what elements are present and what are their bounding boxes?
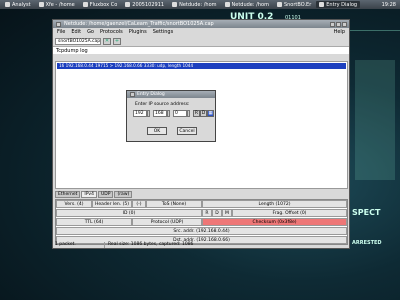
ipv4-fields: Vers. (4) Header len. (5) (-) ToS (None)…	[55, 199, 348, 245]
tab-ethernet[interactable]: Ethernet	[55, 191, 81, 198]
taskbar-item-snort[interactable]: SnortBO.Er	[274, 1, 314, 8]
menu-file[interactable]: File	[57, 29, 65, 35]
netdude-icon	[172, 2, 178, 7]
window-menu-icon[interactable]	[56, 21, 61, 27]
field-flag-r[interactable]: R	[202, 209, 212, 217]
field-header-length[interactable]: Header len. (5)	[92, 200, 132, 208]
field-frag-offset[interactable]: Frag. Offset (0)	[232, 209, 347, 217]
cancel-button[interactable]: Cancel	[177, 127, 197, 135]
field-row: TTL (64) Protocol (UDP) Checksum (0x3f8e…	[56, 218, 347, 227]
maximize-icon[interactable]	[336, 21, 341, 27]
wallpaper-spect-text: SPECT	[352, 208, 381, 217]
toolbar: snortBO1025A.cap ✕ +	[53, 36, 349, 46]
taskbar-item-label: Fluxbox Co	[89, 1, 118, 8]
taskbar-item-label: Netdude: /hom	[179, 1, 217, 8]
ip-octet-3[interactable]: 0	[173, 110, 187, 117]
menu-edit[interactable]: Edit	[71, 29, 81, 35]
menu-go[interactable]: Go	[87, 29, 94, 35]
menubar: File Edit Go Protocols Plugins Settings …	[53, 28, 349, 36]
minimize-icon[interactable]	[330, 21, 335, 27]
packet-row-selected[interactable]: 16 192.168.0.44 19715 > 192.168.0.66 333…	[57, 63, 346, 69]
taskbar-item-label: SnortBO.Er	[283, 1, 312, 8]
dialog-menu-icon[interactable]	[130, 92, 135, 97]
taskbar-item-analyst[interactable]: Analyst	[2, 1, 34, 8]
window-title: Netdude: /home/gaenzel/CaLeam_Traffic/sn…	[64, 21, 214, 27]
entry-dialog: Entry Dialog Enter IP source address: 19…	[126, 90, 216, 142]
desktop: UNIT 0.2 01101 Uptime 1h 6m SPECT ARREST…	[0, 0, 400, 300]
log-label: Tcpdump log	[53, 46, 349, 54]
terminal-icon	[82, 2, 88, 7]
taskbar-item-label: Netdude: /hom	[231, 1, 269, 8]
netdude-icon	[276, 2, 282, 7]
tab-ipv4[interactable]: IPv4	[81, 191, 97, 198]
taskbar-item-date[interactable]: 2005102911	[122, 1, 167, 8]
add-icon[interactable]: +	[113, 37, 121, 45]
ip-octet-3-spinner[interactable]	[187, 110, 190, 117]
field-row: Vers. (4) Header len. (5) (-) ToS (None)…	[56, 200, 347, 209]
field-flag-m[interactable]: M	[222, 209, 232, 217]
taskbar-item-fluxbox[interactable]: Fluxbox Co	[80, 1, 121, 8]
field-row: ID (0) R D M Frag. Offset (0)	[56, 209, 347, 218]
menu-help[interactable]: Help	[334, 29, 345, 35]
statusbar: 1 packet. Real size: 1086 bytes, capture…	[53, 242, 349, 248]
close-trace-icon[interactable]: ✕	[103, 37, 111, 45]
field-tos[interactable]: ToS (None)	[146, 200, 202, 208]
app-icon	[5, 2, 10, 7]
taskbar-item-label: Xfe - /home	[45, 1, 75, 8]
close-icon[interactable]	[342, 21, 347, 27]
netdude-icon	[224, 2, 230, 7]
ip-octet-1-spinner[interactable]	[147, 110, 150, 117]
menu-plugins[interactable]: Plugins	[129, 29, 147, 35]
tab-raw[interactable]: (raw)	[114, 191, 133, 198]
ip-octet-1[interactable]: 192	[133, 110, 147, 117]
taskbar: Analyst Xfe - /home Fluxbox Co 200510291…	[0, 0, 400, 9]
taskbar-item-xfe[interactable]: Xfe - /home	[36, 1, 78, 8]
field-flag-d[interactable]: D	[212, 209, 222, 217]
field-version[interactable]: Vers. (4)	[56, 200, 92, 208]
field-checksum[interactable]: Checksum (0x3f8e)	[202, 218, 347, 226]
ok-button[interactable]: OK	[147, 127, 167, 135]
taskbar-item-label: Analyst	[12, 1, 31, 8]
mode-r-button[interactable]: R	[193, 110, 200, 117]
protocol-tabs: Ethernet IPv4 UDP (raw)	[55, 191, 133, 198]
wallpaper-arrested-text: ARRESTED	[352, 240, 382, 246]
file-tab[interactable]: snortBO1025A.cap	[55, 37, 101, 45]
status-packet-count: 1 packet.	[53, 242, 105, 248]
dialog-title: Entry Dialog	[137, 92, 165, 97]
clock: 19:28	[381, 1, 396, 8]
taskbar-item-entry-dialog[interactable]: Entry Dialog	[316, 1, 361, 8]
field-row: Src. addr. (192.168.0.44)	[56, 227, 347, 236]
field-minus[interactable]: (-)	[132, 200, 146, 208]
dialog-titlebar[interactable]: Entry Dialog	[127, 91, 215, 98]
tab-udp[interactable]: UDP	[97, 191, 114, 198]
ip-octet-2[interactable]: 168	[153, 110, 167, 117]
field-src-addr[interactable]: Src. addr. (192.168.0.44)	[56, 227, 347, 235]
taskbar-item-label: Entry Dialog	[326, 1, 358, 8]
hex-mode-icon[interactable]: ▦	[207, 110, 214, 117]
taskbar-item-label: 2005102911	[132, 1, 165, 8]
status-packet-size: Real size: 1086 bytes, captured: 1086	[108, 242, 194, 247]
taskbar-item-netdude-1[interactable]: Netdude: /hom	[169, 1, 219, 8]
menu-protocols[interactable]: Protocols	[100, 29, 123, 35]
window-titlebar[interactable]: Netdude: /home/gaenzel/CaLeam_Traffic/sn…	[53, 20, 349, 28]
folder-icon	[38, 2, 44, 7]
field-ttl[interactable]: TTL (64)	[56, 218, 132, 226]
field-length[interactable]: Length (1072)	[202, 200, 347, 208]
taskbar-item-netdude-2[interactable]: Netdude: /hom	[222, 1, 272, 8]
field-protocol[interactable]: Protocol (UDP)	[132, 218, 202, 226]
dialog-prompt: Enter IP source address:	[135, 102, 190, 107]
dialog-icon	[319, 2, 325, 7]
menu-settings[interactable]: Settings	[153, 29, 174, 35]
mode-d-button[interactable]: D	[200, 110, 207, 117]
ip-octet-2-spinner[interactable]	[167, 110, 170, 117]
field-id[interactable]: ID (0)	[56, 209, 202, 217]
terminal-icon	[125, 2, 131, 7]
wallpaper-block	[355, 60, 395, 180]
